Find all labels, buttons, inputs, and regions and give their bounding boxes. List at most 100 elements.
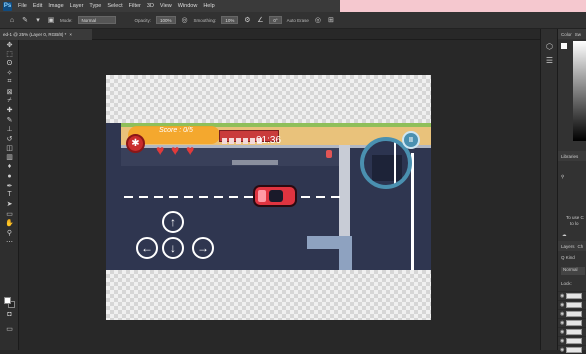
layer-row[interactable]: ◉ bbox=[558, 291, 586, 300]
gradient-tool-icon[interactable]: ▥ bbox=[0, 153, 19, 162]
search-icon[interactable]: ⚲ bbox=[561, 174, 564, 180]
layer-filter-kind[interactable]: Q Kind bbox=[561, 255, 575, 260]
smoothing-label: Smoothing: bbox=[193, 17, 217, 23]
score-text: Score : 0/5 bbox=[159, 127, 193, 134]
menu-item-view[interactable]: View bbox=[160, 3, 172, 9]
menu-item-help[interactable]: Help bbox=[203, 3, 214, 9]
path-selection-icon[interactable]: ➤ bbox=[0, 200, 19, 209]
menu-item-select[interactable]: Select bbox=[107, 3, 122, 9]
zoom-tool-icon[interactable]: ⚲ bbox=[0, 228, 19, 237]
marquee-tool-icon[interactable]: ⬚ bbox=[0, 49, 19, 58]
eye-icon[interactable]: ◉ bbox=[560, 302, 564, 308]
3d-panel-icon[interactable]: ⬡ bbox=[541, 39, 558, 53]
hand-tool-icon[interactable]: ✋ bbox=[0, 218, 19, 227]
arrow-left-button[interactable]: ← bbox=[136, 237, 158, 259]
rectangle-tool-icon[interactable]: ▭ bbox=[0, 209, 19, 218]
screen-mode-icon[interactable]: ▭ bbox=[0, 324, 19, 333]
menu-item-window[interactable]: Window bbox=[178, 3, 198, 9]
menu-bar: Ps File Edit Image Layer Type Select Fil… bbox=[0, 0, 340, 12]
layer-row[interactable]: ◉ bbox=[558, 300, 586, 309]
lane-dash bbox=[124, 196, 133, 198]
arrow-down-button[interactable]: ↓ bbox=[162, 237, 184, 259]
frame-tool-icon[interactable]: ⊠ bbox=[0, 87, 19, 96]
arrow-right-button[interactable]: → bbox=[192, 237, 214, 259]
quick-mask-icon[interactable]: ◘ bbox=[0, 310, 19, 319]
transparent-canvas-bottom[interactable] bbox=[106, 270, 431, 320]
lane-dash bbox=[331, 196, 340, 198]
menu-item-file[interactable]: File bbox=[18, 3, 27, 9]
tab-color[interactable]: Color bbox=[561, 32, 572, 37]
opacity-field[interactable]: 100% bbox=[156, 16, 176, 24]
menu-item-type[interactable]: Type bbox=[89, 3, 101, 9]
layer-row[interactable]: ◉ bbox=[558, 309, 586, 318]
drain-grate bbox=[232, 160, 278, 165]
menu-item-image[interactable]: Image bbox=[48, 3, 63, 9]
pressure-opacity-icon[interactable]: ◎ bbox=[181, 16, 189, 24]
history-brush-icon[interactable]: ↺ bbox=[0, 134, 19, 143]
arrow-up-button[interactable]: ↑ bbox=[162, 211, 184, 233]
eye-icon[interactable]: ◉ bbox=[560, 338, 564, 344]
eye-icon[interactable]: ◉ bbox=[560, 320, 564, 326]
type-tool-icon[interactable]: T bbox=[0, 190, 19, 199]
opacity-label: Opacity: bbox=[134, 17, 152, 23]
eye-icon[interactable]: ◉ bbox=[560, 329, 564, 335]
layer-thumbnail bbox=[566, 302, 583, 308]
tab-libraries[interactable]: Libraries bbox=[561, 154, 578, 159]
pause-button[interactable]: II bbox=[402, 131, 420, 149]
angle-field[interactable]: 0° bbox=[269, 16, 282, 24]
more-tools-icon[interactable]: ⋯ bbox=[0, 237, 19, 246]
smoothing-field[interactable]: 10% bbox=[221, 16, 239, 24]
eraser-tool-icon[interactable]: ◫ bbox=[0, 143, 19, 152]
menu-item-edit[interactable]: Edit bbox=[33, 3, 42, 9]
move-tool-icon[interactable]: ✥ bbox=[0, 40, 19, 49]
lasso-tool-icon[interactable]: ʘ bbox=[0, 59, 19, 68]
eye-icon[interactable]: ◉ bbox=[560, 293, 564, 299]
layer-row[interactable]: ◉ bbox=[558, 318, 586, 327]
pressure-size-icon[interactable]: ◎ bbox=[314, 16, 322, 24]
lane-line-vertical bbox=[411, 153, 414, 270]
menu-item-layer[interactable]: Layer bbox=[70, 3, 84, 9]
brush-settings-icon[interactable]: ▣ bbox=[47, 16, 55, 24]
transparent-canvas-top[interactable] bbox=[106, 75, 431, 123]
settings-gear-icon[interactable]: ✱ bbox=[126, 134, 145, 153]
layer-row[interactable]: ◉ bbox=[558, 327, 586, 336]
eyedropper-icon[interactable]: ⌿ bbox=[0, 96, 19, 105]
game-timer: 01:36 bbox=[256, 135, 282, 146]
document-tab[interactable]: ed-1 @ 25% (Layer 0, RGB/8) * × bbox=[0, 29, 92, 40]
tab-layers[interactable]: Layers bbox=[561, 244, 575, 249]
properties-panel-icon[interactable]: ☰ bbox=[541, 53, 558, 67]
smoothing-settings-icon[interactable]: ⚙ bbox=[243, 16, 251, 24]
symmetry-icon[interactable]: ⊞ bbox=[327, 16, 335, 24]
layer-thumbnail bbox=[566, 329, 583, 335]
stamp-tool-icon[interactable]: ⊥ bbox=[0, 125, 19, 134]
color-picker-field[interactable] bbox=[573, 41, 586, 141]
home-icon[interactable]: ⌂ bbox=[8, 16, 16, 24]
crop-tool-icon[interactable]: ⌗ bbox=[0, 78, 19, 87]
panel-icon-column: ⬡ ☰ bbox=[540, 29, 557, 350]
menu-item-filter[interactable]: Filter bbox=[129, 3, 141, 9]
pen-tool-icon[interactable]: ✒ bbox=[0, 181, 19, 190]
eye-icon[interactable]: ◉ bbox=[560, 347, 564, 353]
color-foreground-chip[interactable] bbox=[561, 43, 567, 49]
layer-row[interactable]: ◉ bbox=[558, 336, 586, 345]
eye-icon[interactable]: ◉ bbox=[560, 311, 564, 317]
mode-select[interactable]: Normal bbox=[77, 16, 116, 24]
blur-tool-icon[interactable]: ♦ bbox=[0, 162, 19, 171]
dodge-tool-icon[interactable]: ● bbox=[0, 171, 19, 180]
brush-tool-icon[interactable]: ✎ bbox=[0, 115, 19, 124]
foreground-color-swatch[interactable] bbox=[4, 297, 11, 304]
magic-wand-icon[interactable]: ✧ bbox=[0, 68, 19, 77]
close-icon[interactable]: × bbox=[69, 32, 72, 37]
road-top bbox=[121, 148, 341, 166]
lane-dash bbox=[301, 196, 310, 198]
auto-erase-label[interactable]: Auto Erase bbox=[287, 18, 309, 23]
healing-brush-icon[interactable]: ✚ bbox=[0, 106, 19, 115]
tab-channels[interactable]: Ch bbox=[578, 244, 584, 249]
lane-dash bbox=[214, 196, 223, 198]
brush-tool-icon[interactable]: ✎ bbox=[21, 16, 29, 24]
brush-preset-icon[interactable]: ▾ bbox=[34, 16, 42, 24]
tab-swatches[interactable]: Sw bbox=[575, 32, 581, 37]
window-top-accent bbox=[340, 0, 586, 12]
menu-item-3d[interactable]: 3D bbox=[147, 3, 154, 9]
blend-mode-select[interactable]: Normal bbox=[561, 267, 585, 275]
